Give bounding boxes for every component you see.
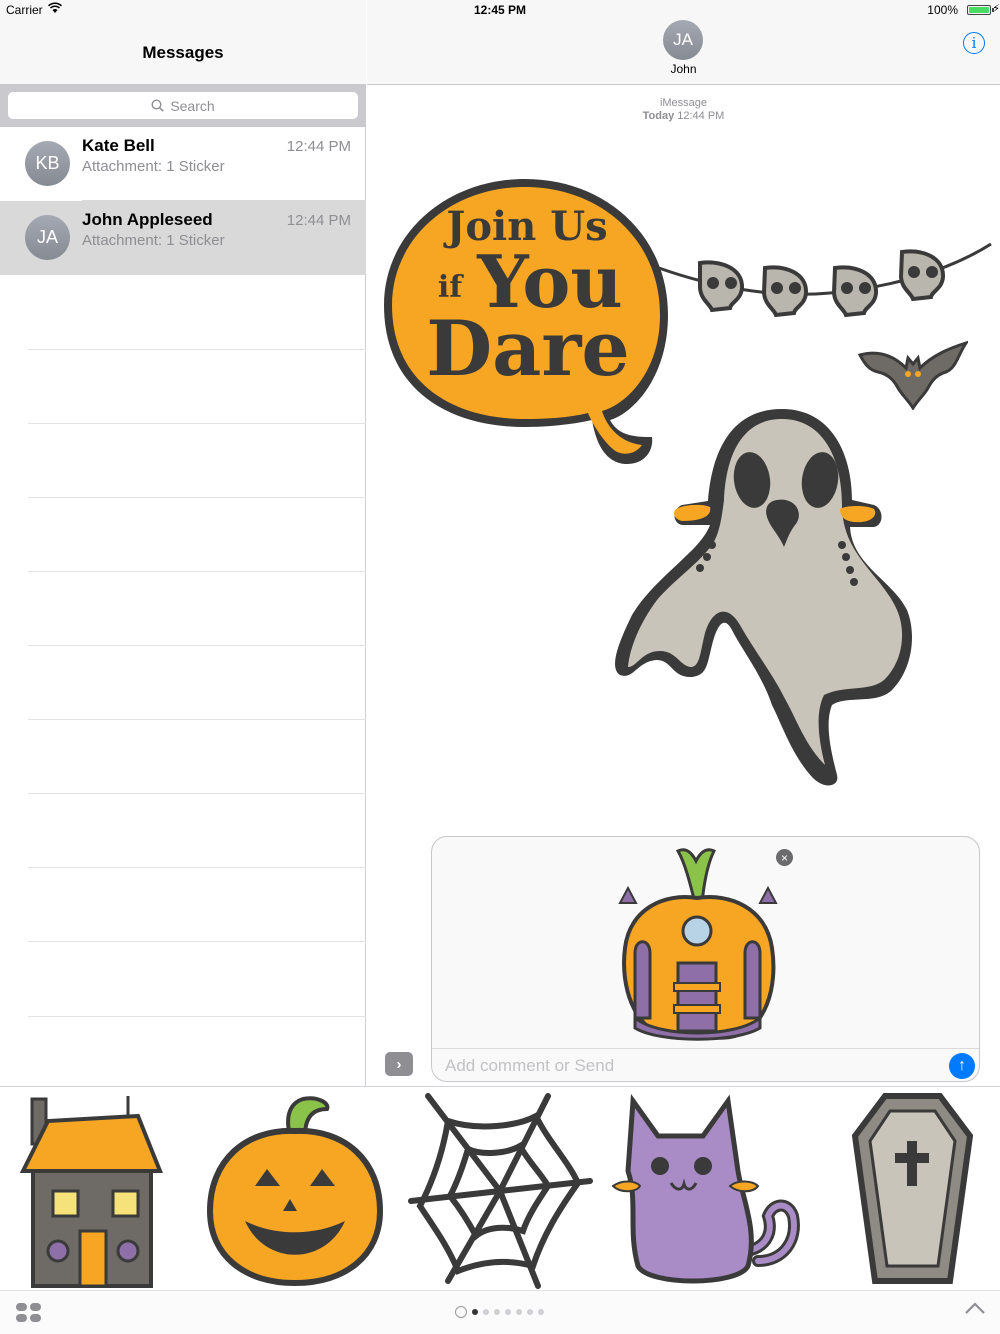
status-bar: Carrier 12:45 PM 100% ⚡ bbox=[0, 0, 1000, 20]
compose-placeholder: Add comment or Send bbox=[445, 1056, 615, 1075]
app-drawer-icon[interactable] bbox=[16, 1303, 41, 1323]
service-label: iMessage bbox=[659, 97, 708, 109]
page-dot[interactable] bbox=[483, 1309, 489, 1315]
status-time: 12:45 PM bbox=[473, 3, 527, 17]
empty-row-separator bbox=[28, 645, 366, 646]
compose-field[interactable]: × Add comment or Send ↑ bbox=[431, 836, 980, 1082]
page-dot[interactable] bbox=[516, 1309, 522, 1315]
search-input[interactable]: Search bbox=[8, 92, 358, 119]
page-dot[interactable] bbox=[505, 1309, 511, 1315]
message-timestamp: iMessage Today 12:44 PM bbox=[367, 97, 1000, 123]
battery-percent: 100% bbox=[927, 3, 958, 17]
date-time: 12:44 PM bbox=[677, 110, 725, 122]
date-prefix: Today bbox=[642, 110, 675, 122]
search-placeholder: Search bbox=[170, 97, 215, 114]
empty-row-separator bbox=[28, 1016, 366, 1017]
page-dot[interactable] bbox=[527, 1309, 533, 1315]
avatar: KB bbox=[25, 141, 70, 186]
empty-row-separator bbox=[28, 497, 366, 498]
page-dot[interactable] bbox=[494, 1309, 500, 1315]
empty-row-separator bbox=[28, 423, 366, 424]
purple-cat-sticker[interactable] bbox=[608, 1091, 803, 1286]
page-title: Messages bbox=[142, 43, 224, 62]
pumpkin-house-sticker-preview bbox=[618, 848, 778, 1041]
conversation-row-kate-bell[interactable]: KB Kate Bell Attachment: 1 Sticker 12:44… bbox=[0, 127, 366, 201]
empty-row-separator bbox=[28, 571, 366, 572]
spider-web-sticker[interactable] bbox=[408, 1091, 593, 1291]
page-dot[interactable] bbox=[538, 1309, 544, 1315]
conversation-time: 12:44 PM bbox=[286, 212, 351, 229]
conversation-time: 12:44 PM bbox=[286, 138, 351, 155]
compose-divider bbox=[432, 1048, 979, 1049]
page-indicator[interactable] bbox=[455, 1306, 544, 1318]
coffin-sticker[interactable] bbox=[850, 1091, 975, 1286]
conversation-row-john-appleseed[interactable]: JA John Appleseed Attachment: 1 Sticker … bbox=[0, 201, 366, 275]
contact-name[interactable]: John bbox=[367, 62, 1000, 76]
speech-if: if bbox=[438, 270, 464, 305]
search-area: Search bbox=[0, 85, 366, 127]
chevron-up-icon[interactable] bbox=[964, 1301, 986, 1315]
conversation-list-pane: Messages Search KB Kate Bell Attachment:… bbox=[0, 0, 366, 1086]
sticker-drawer bbox=[0, 1086, 1000, 1334]
empty-row-separator bbox=[28, 349, 366, 350]
remove-sticker-button[interactable]: × bbox=[776, 849, 793, 866]
conversation-preview: Attachment: 1 Sticker bbox=[82, 232, 225, 249]
contact-avatar[interactable]: JA bbox=[663, 20, 703, 60]
jack-o-lantern-sticker[interactable] bbox=[205, 1091, 385, 1286]
empty-row-separator bbox=[28, 719, 366, 720]
empty-row-separator bbox=[28, 793, 366, 794]
avatar: JA bbox=[25, 215, 70, 260]
empty-row-separator bbox=[28, 867, 366, 868]
expand-apps-button[interactable]: › bbox=[385, 1052, 413, 1076]
speech-dare: Dare bbox=[426, 304, 630, 393]
conversation-preview: Attachment: 1 Sticker bbox=[82, 158, 225, 175]
conversation-name: Kate Bell bbox=[82, 136, 155, 155]
send-button[interactable]: ↑ bbox=[949, 1053, 975, 1079]
page-dot[interactable] bbox=[472, 1309, 478, 1315]
empty-row-separator bbox=[28, 941, 366, 942]
haunted-house-sticker[interactable] bbox=[18, 1091, 163, 1291]
bat-sticker[interactable] bbox=[858, 340, 968, 410]
info-icon[interactable]: i bbox=[963, 32, 985, 54]
ghost-sticker[interactable] bbox=[612, 405, 917, 790]
drawer-bottom-bar bbox=[0, 1290, 1000, 1334]
recents-clock-icon[interactable] bbox=[455, 1306, 467, 1318]
search-icon bbox=[151, 99, 165, 112]
skull-garland-sticker[interactable] bbox=[655, 238, 995, 323]
charging-bolt-icon: ⚡ bbox=[992, 3, 1000, 15]
battery-icon bbox=[967, 5, 991, 15]
conversation-name: John Appleseed bbox=[82, 210, 213, 229]
